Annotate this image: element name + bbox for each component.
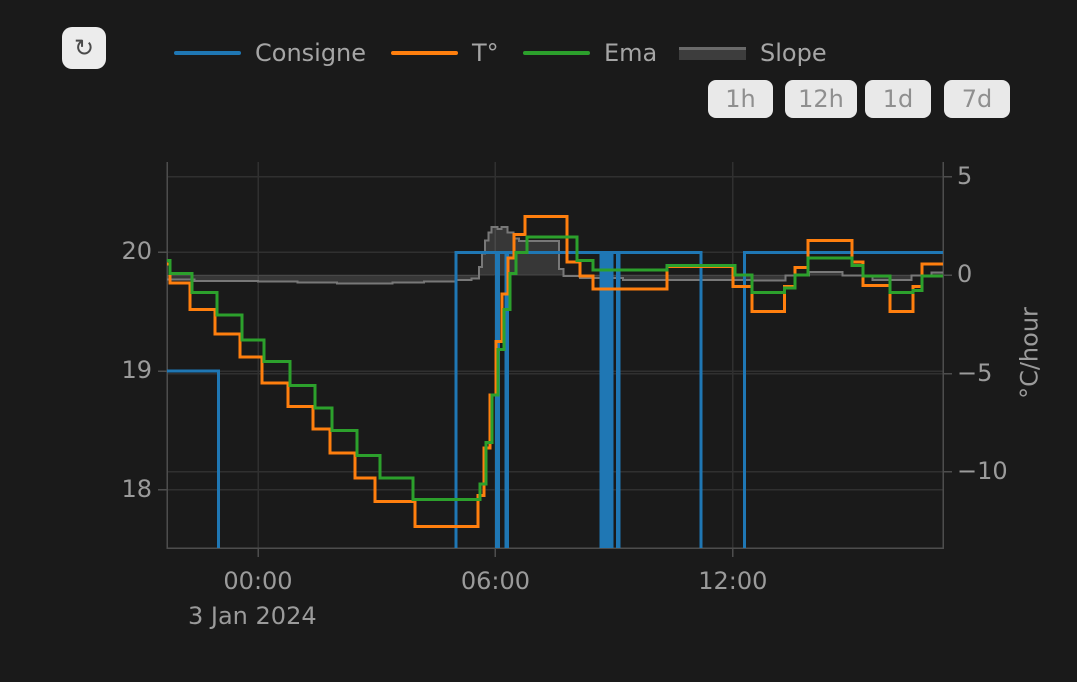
chart-panel: ↻ Consigne T° Ema Slope 1h 12h 1d 7d 201… <box>0 0 1077 682</box>
chart-canvas[interactable] <box>0 0 1077 682</box>
right-axis-title: °C/hour <box>1016 281 1042 426</box>
x-axis-date-label: 3 Jan 2024 <box>188 602 317 630</box>
